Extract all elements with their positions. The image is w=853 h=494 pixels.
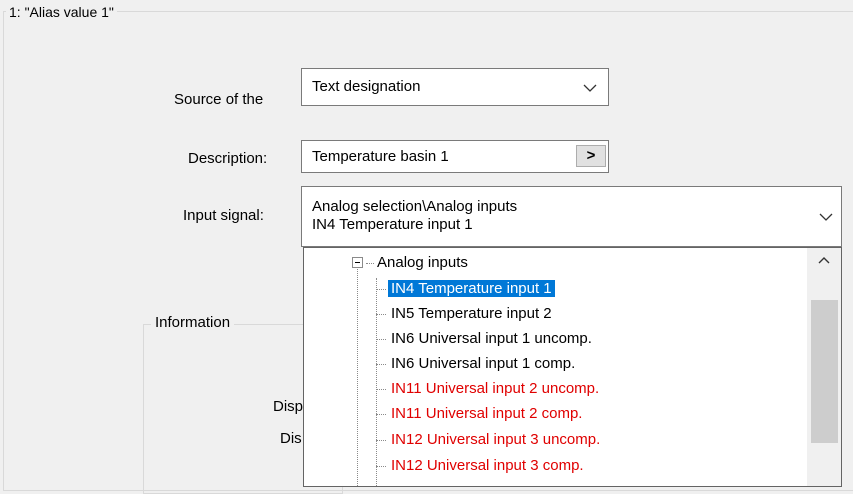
alias-group-title: 1: "Alias value 1": [6, 4, 117, 20]
input-signal-label: Input signal:: [183, 207, 264, 224]
description-field[interactable]: Temperature basin 1 >: [301, 140, 609, 173]
scrollbar-thumb[interactable]: [811, 300, 838, 443]
input-signal-dropdown-tree[interactable]: Analog inputs IN4 Temperature input 1 IN…: [303, 247, 842, 487]
tree-scrollbar[interactable]: [807, 248, 841, 486]
tree-item-in5-temperature-input-2[interactable]: IN5 Temperature input 2: [376, 302, 555, 326]
tree-guide-line: [357, 262, 358, 486]
tree-item-in6-universal-input-1-uncomp[interactable]: IN6 Universal input 1 uncomp.: [376, 327, 595, 351]
information-group-title: Information: [151, 314, 235, 332]
tree-node-analog-inputs[interactable]: Analog inputs: [366, 254, 468, 272]
chevron-up-icon: [818, 257, 830, 264]
tree-item-in12-universal-input-3-comp[interactable]: IN12 Universal input 3 comp.: [376, 454, 587, 478]
chevron-down-icon: [583, 84, 597, 92]
source-label: Source of the: [174, 91, 264, 108]
scroll-up-button[interactable]: [807, 248, 841, 272]
description-label: Description:: [188, 150, 268, 167]
description-value: Temperature basin 1: [312, 148, 449, 165]
input-signal-combobox[interactable]: Analog selection\Analog inputs IN4 Tempe…: [301, 186, 842, 247]
input-signal-value-line1: Analog selection\Analog inputs: [312, 198, 518, 215]
source-combobox[interactable]: Text designation: [301, 68, 609, 106]
source-value: Text designation: [312, 78, 421, 95]
tree-node-label: Analog inputs: [377, 254, 468, 271]
info-display-label: Disp: [273, 398, 304, 415]
tree-item-in4-temperature-input-1[interactable]: IN4 Temperature input 1: [376, 277, 555, 301]
input-signal-value-line2: IN4 Temperature input 1: [312, 216, 473, 233]
description-browse-button[interactable]: >: [576, 145, 606, 167]
tree-item-in11-universal-input-2-comp[interactable]: IN11 Universal input 2 comp.: [376, 402, 585, 426]
info-display-label-2: Dis: [280, 430, 302, 447]
tree-item-in12-universal-input-3-uncomp[interactable]: IN12 Universal input 3 uncomp.: [376, 428, 603, 452]
collapse-toggle-icon[interactable]: [352, 257, 363, 268]
tree-item-in6-universal-input-1-comp[interactable]: IN6 Universal input 1 comp.: [376, 352, 578, 376]
tree-item-in11-universal-input-2-uncomp[interactable]: IN11 Universal input 2 uncomp.: [376, 377, 602, 401]
chevron-down-icon: [819, 213, 833, 221]
